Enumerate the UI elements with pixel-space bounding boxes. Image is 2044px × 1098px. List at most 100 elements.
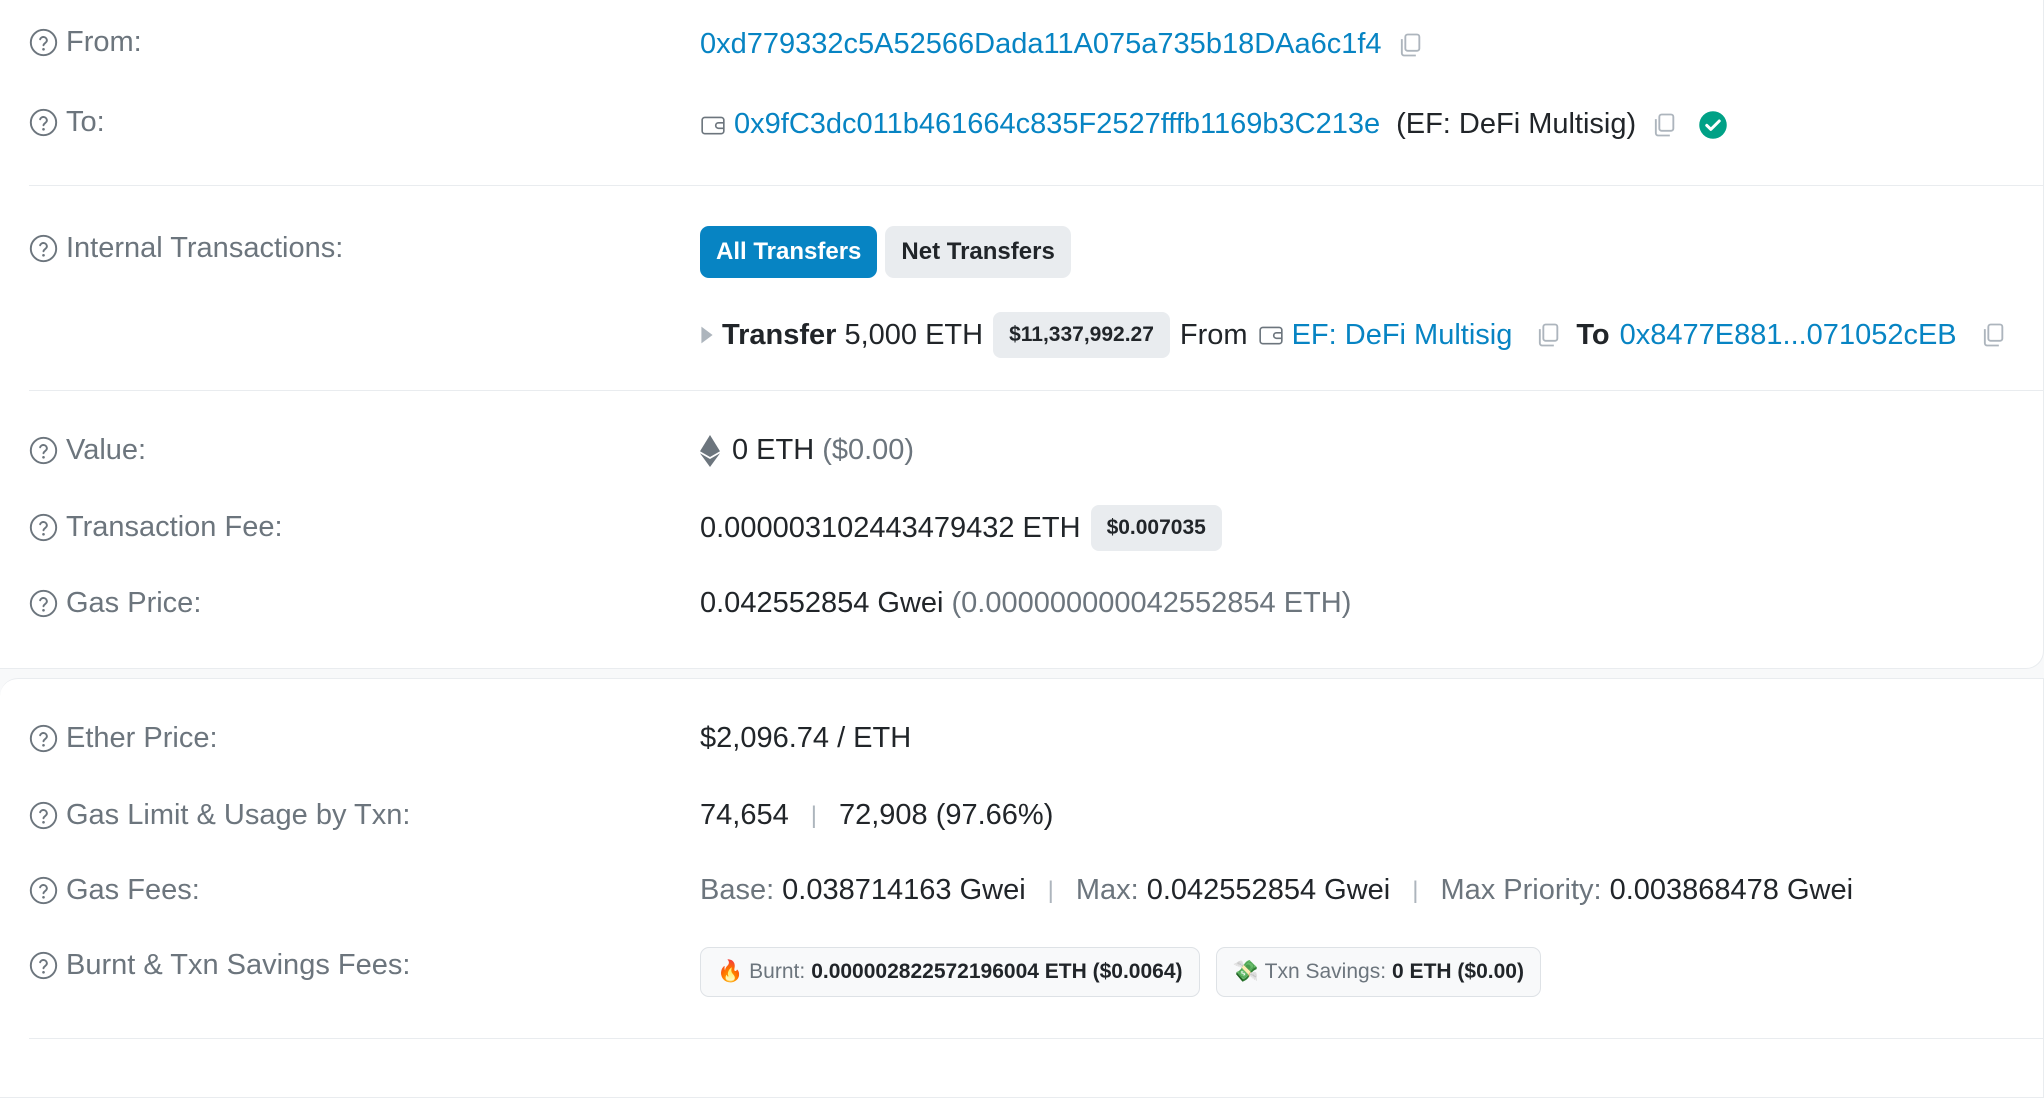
to-row: To: 0x9fC3dc011b461664c835F2527fffb1169b…: [0, 100, 2044, 156]
gas-fees-label: Gas Fees:: [29, 874, 200, 907]
to-address-link[interactable]: 0x9fC3dc011b461664c835F2527fffb1169b3C21…: [734, 108, 1380, 141]
transfer-from-link[interactable]: EF: DeFi Multisig: [1292, 319, 1513, 352]
value-usd: ($0.00): [822, 434, 915, 466]
copy-icon[interactable]: [1979, 321, 2007, 349]
gas-limit-amount: 74,654: [700, 799, 789, 831]
transfer-amount: 5,000 ETH: [844, 318, 984, 351]
ether-price-label-text: Ether Price:: [66, 722, 218, 754]
max-fee-label: Max:: [1075, 874, 1139, 906]
question-circle-icon[interactable]: [29, 876, 58, 905]
gas-usage-amount: 72,908 (97.66%): [838, 799, 1054, 831]
gas-price-eth: (0.000000000042552854 ETH): [951, 587, 1352, 619]
question-circle-icon[interactable]: [29, 801, 58, 830]
separator: |: [1412, 876, 1419, 904]
caret-right-icon[interactable]: [700, 325, 714, 345]
divider: [29, 185, 2044, 186]
ether-price-value: $2,096.74 / ETH: [700, 722, 912, 754]
transfer-type: Transfer: [722, 318, 837, 351]
burnt-savings-value: 🔥 Burnt: 0.000002822572196004 ETH ($0.00…: [700, 947, 1541, 997]
fee-usd-badge: $0.007035: [1090, 505, 1222, 551]
from-row: From: 0xd779332c5A52566Dada11A075a735b18…: [0, 18, 2044, 74]
gas-fees-label-text: Gas Fees:: [66, 874, 200, 906]
question-circle-icon[interactable]: [29, 108, 58, 137]
transfer-to-link[interactable]: 0x8477E881...071052cEB: [1620, 319, 1957, 352]
value-row: Value: 0 ETH ($0.00): [0, 430, 2044, 480]
txn-savings-value: 0 ETH ($0.00): [1392, 960, 1524, 983]
question-circle-icon[interactable]: [29, 234, 58, 263]
separator: |: [810, 801, 817, 829]
burnt-savings-label: Burnt & Txn Savings Fees:: [29, 949, 410, 982]
gas-price-value: 0.042552854 Gwei (0.000000000042552854 E…: [700, 587, 1351, 620]
divider: [29, 390, 2044, 391]
copy-icon[interactable]: [1534, 321, 1562, 349]
to-name-tag: (EF: DeFi Multisig): [1396, 108, 1637, 140]
internal-transactions-label-text: Internal Transactions:: [66, 232, 344, 264]
gas-fees-row: Gas Fees: Base: 0.038714163 Gwei | Max: …: [0, 870, 2044, 920]
question-circle-icon[interactable]: [29, 513, 58, 542]
transfer-from-word: From: [1179, 318, 1248, 351]
ether-price-row: Ether Price: $2,096.74 / ETH: [0, 718, 2044, 768]
gas-fees-value: Base: 0.038714163 Gwei | Max: 0.04255285…: [700, 874, 1853, 907]
ethereum-icon: [700, 434, 720, 467]
gas-price-gwei: 0.042552854 Gwei: [700, 587, 944, 619]
transfer-to-word: To: [1576, 318, 1610, 351]
txn-savings-pill: 💸 Txn Savings: 0 ETH ($0.00): [1215, 947, 1541, 997]
question-circle-icon[interactable]: [29, 28, 58, 57]
to-value: 0x9fC3dc011b461664c835F2527fffb1169b3C21…: [700, 108, 1728, 141]
wallet-icon: [1258, 326, 1283, 345]
burnt-value: 0.000002822572196004 ETH ($0.0064): [811, 960, 1183, 983]
fee-amount: 0.000003102443479432 ETH: [700, 511, 1081, 544]
gas-limit-row: Gas Limit & Usage by Txn: 74,654 | 72,90…: [0, 795, 2044, 845]
money-wings-icon: 💸: [1232, 960, 1259, 983]
transaction-fee-label-text: Transaction Fee:: [66, 511, 283, 543]
base-fee-label: Base:: [700, 874, 775, 906]
transaction-fee-value: 0.000003102443479432 ETH $0.007035: [700, 505, 1222, 551]
to-label-text: To:: [66, 106, 105, 138]
separator: |: [1047, 876, 1054, 904]
transaction-fee-label: Transaction Fee:: [29, 511, 283, 544]
gas-price-label-text: Gas Price:: [66, 587, 202, 619]
internal-transactions-row: Internal Transactions: All Transfers Net…: [0, 220, 2044, 390]
internal-transfer-item: Transfer 5,000 ETH $11,337,992.27 From E…: [700, 312, 2007, 358]
transfer-tabs: All Transfers Net Transfers: [700, 226, 1071, 278]
burnt-savings-label-text: Burnt & Txn Savings Fees:: [66, 949, 411, 981]
copy-icon[interactable]: [1650, 111, 1678, 139]
gas-price-row: Gas Price: 0.042552854 Gwei (0.000000000…: [0, 583, 2044, 633]
gas-price-label: Gas Price:: [29, 587, 201, 620]
from-label-text: From:: [66, 26, 142, 58]
max-fee-value: 0.042552854 Gwei: [1146, 874, 1391, 906]
tab-all-transfers[interactable]: All Transfers: [700, 226, 878, 278]
transaction-fee-row: Transaction Fee: 0.000003102443479432 ET…: [0, 503, 2044, 557]
verified-check-icon: [1699, 110, 1727, 139]
from-address-link[interactable]: 0xd779332c5A52566Dada11A075a735b18DAa6c1…: [700, 28, 1382, 61]
from-value: 0xd779332c5A52566Dada11A075a735b18DAa6c1…: [700, 28, 1424, 61]
question-circle-icon[interactable]: [29, 436, 58, 465]
burnt-savings-row: Burnt & Txn Savings Fees: 🔥 Burnt: 0.000…: [0, 945, 2044, 1001]
to-label: To:: [29, 106, 105, 139]
from-label: From:: [29, 26, 142, 59]
wallet-icon: [701, 116, 725, 134]
value-value: 0 ETH ($0.00): [700, 434, 914, 467]
gas-limit-value: 74,654 | 72,908 (97.66%): [700, 799, 1053, 832]
burnt-fee-pill: 🔥 Burnt: 0.000002822572196004 ETH ($0.00…: [700, 947, 1200, 997]
gas-limit-label-text: Gas Limit & Usage by Txn:: [66, 799, 411, 831]
internal-transactions-label: Internal Transactions:: [29, 232, 343, 265]
value-label: Value:: [29, 434, 146, 467]
ether-price-label: Ether Price:: [29, 722, 218, 755]
question-circle-icon[interactable]: [29, 724, 58, 753]
fire-icon: 🔥: [717, 960, 744, 983]
tab-net-transfers[interactable]: Net Transfers: [885, 226, 1071, 278]
gas-limit-label: Gas Limit & Usage by Txn:: [29, 799, 410, 832]
value-amount: 0 ETH: [732, 434, 815, 466]
max-priority-label: Max Priority:: [1440, 874, 1602, 906]
value-label-text: Value:: [66, 434, 147, 466]
copy-icon[interactable]: [1396, 31, 1424, 59]
question-circle-icon[interactable]: [29, 951, 58, 980]
max-priority-value: 0.003868478 Gwei: [1609, 874, 1854, 906]
base-fee-value: 0.038714163 Gwei: [782, 874, 1026, 906]
transfer-usd-badge: $11,337,992.27: [993, 312, 1170, 358]
divider: [29, 1038, 2044, 1039]
burnt-label: Burnt:: [749, 960, 806, 983]
question-circle-icon[interactable]: [29, 589, 58, 618]
txn-savings-label: Txn Savings:: [1264, 960, 1387, 983]
